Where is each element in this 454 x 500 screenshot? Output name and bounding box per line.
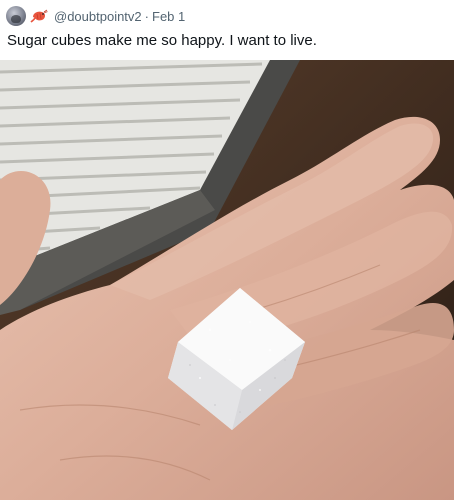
user-handle[interactable]: @doubtpointv2: [54, 9, 142, 24]
tweet-header: @doubtpointv2 · Feb 1: [6, 6, 185, 26]
tweet-text: Sugar cubes make me so happy. I want to …: [7, 32, 317, 49]
tweet-date[interactable]: Feb 1: [152, 9, 185, 24]
user-avatar[interactable]: [6, 6, 26, 26]
meta-separator: ·: [144, 8, 149, 24]
tweet-photo[interactable]: [0, 60, 454, 500]
photo-image: [0, 60, 454, 500]
shrimp-icon: [30, 9, 48, 23]
tweet-meta: @doubtpointv2 · Feb 1: [54, 9, 185, 24]
